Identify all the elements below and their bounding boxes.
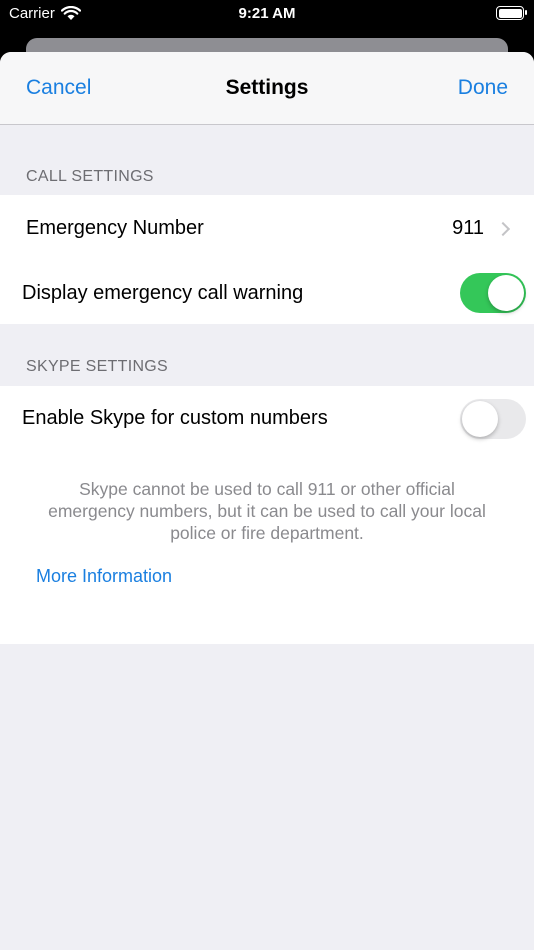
status-time: 9:21 AM — [238, 5, 296, 22]
skype-info-footer: Skype cannot be used to call 911 or othe… — [0, 451, 534, 644]
navigation-bar: Cancel Settings Done — [0, 52, 534, 125]
skype-settings-group: Enable Skype for custom numbers — [0, 386, 534, 451]
done-button[interactable]: Done — [458, 76, 508, 100]
emergency-warning-row: Display emergency call warning — [0, 262, 534, 324]
call-settings-header: CALL SETTINGS — [26, 168, 154, 185]
page-title: Settings — [225, 76, 309, 99]
skype-settings-header: SKYPE SETTINGS — [26, 358, 169, 375]
emergency-number-label: Emergency Number — [26, 217, 204, 239]
call-settings-group: Emergency Number 911 Display emergency c… — [0, 195, 534, 324]
more-information-link[interactable]: More Information — [36, 566, 172, 587]
chevron-right-icon — [495, 221, 511, 236]
skype-info-text: Skype cannot be used to call 911 or othe… — [48, 479, 486, 543]
skype-custom-numbers-label: Enable Skype for custom numbers — [22, 407, 328, 429]
emergency-number-row[interactable]: Emergency Number 911 — [0, 195, 534, 262]
toggle-knob — [488, 275, 524, 311]
toggle-knob — [462, 400, 498, 437]
emergency-warning-toggle[interactable] — [460, 273, 526, 313]
skype-custom-numbers-row: Enable Skype for custom numbers — [0, 386, 534, 451]
skype-custom-numbers-toggle[interactable] — [460, 398, 526, 439]
status-bar: Carrier 9:21 AM — [0, 0, 534, 30]
battery-icon — [496, 6, 527, 20]
emergency-number-value: 911 — [452, 217, 484, 239]
settings-sheet: Cancel Settings Done CALL SETTINGS Emerg… — [0, 52, 534, 950]
emergency-warning-label: Display emergency call warning — [22, 281, 304, 304]
